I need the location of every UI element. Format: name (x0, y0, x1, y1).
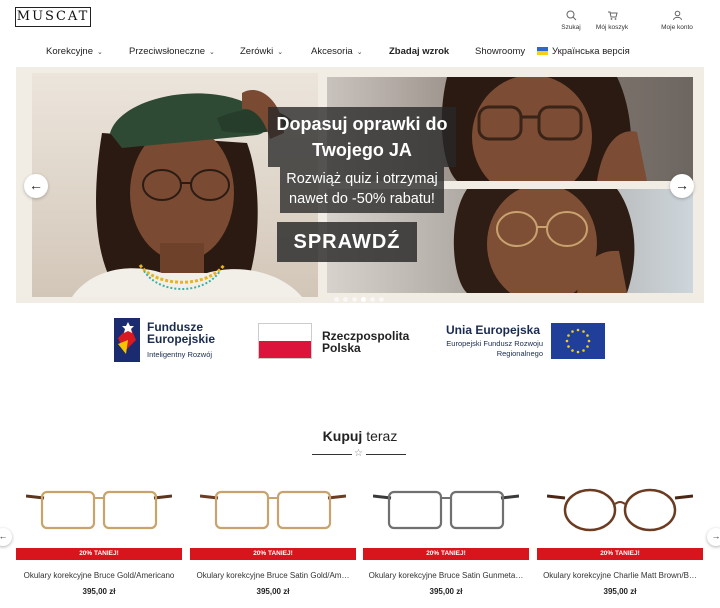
slide-dot[interactable] (379, 297, 384, 302)
product-card[interactable]: 20% TANIEJ! Okulary korekcyjne Bruce Sat… (190, 476, 356, 606)
hero-subtitle: Rozwiąż quiz i otrzymaj nawet do -50% ra… (280, 167, 444, 213)
hero-subtitle-line2: nawet do -50% rabatu! (289, 191, 435, 207)
fe-title: Fundusze Europejskie (147, 320, 216, 346)
search-label: Szukaj (561, 24, 581, 31)
nav-item-showroomy[interactable]: Showroomy (475, 46, 525, 57)
product-card[interactable]: 20% TANIEJ! Okulary korekcyjne Bruce Sat… (363, 476, 529, 606)
site-header: MUSCAT Szukaj Mój koszyk Moje konto (0, 0, 720, 40)
chevron-down-icon: ⌄ (356, 49, 363, 56)
nav-label: Przeciwsłoneczne (129, 46, 206, 57)
cart-icon (607, 11, 618, 20)
discount-badge: 20% TANIEJ! (16, 548, 182, 560)
nav-item-ukrainian[interactable]: Українська версія (537, 46, 630, 57)
glasses-image[interactable] (547, 484, 693, 536)
eu-star (587, 339, 591, 343)
chevron-down-icon: ⌄ (277, 49, 284, 56)
hero-title-line2: Twojego JA (312, 140, 412, 160)
glasses-image[interactable] (26, 484, 172, 536)
slide-dot[interactable] (352, 297, 357, 302)
user-icon (672, 10, 682, 21)
star-icon: ☆ (354, 448, 363, 459)
eu-star (571, 330, 574, 333)
eu-star (571, 349, 574, 352)
eu-star (582, 330, 585, 333)
product-price: 395,00 zł (82, 587, 116, 596)
arrow-left-icon: ← (29, 177, 43, 193)
product-price: 395,00 zł (603, 587, 637, 596)
product-card[interactable]: 20% TANIEJ! Okulary korekcyjne Bruce Gol… (16, 476, 182, 606)
account-label: Moje konto (661, 24, 693, 31)
nav-label: Українська версія (552, 46, 630, 57)
poland-flag-icon (258, 323, 312, 359)
nav-item-korekcyjne[interactable]: Korekcyjne ⌄ (46, 46, 103, 57)
main-nav: Korekcyjne ⌄ Przeciwsłoneczne ⌄ Zerówki ⌄ A… (0, 42, 720, 64)
eu-title: Unia Europejska (446, 323, 541, 337)
fe-subtitle: Inteligentny Rozwój (147, 350, 213, 359)
arrow-right-icon: → (711, 531, 720, 541)
product-name[interactable]: Okulary korekcyjne Bruce Satin Gunmeta… (363, 571, 529, 580)
fundusze-europejskie-logo (114, 318, 140, 362)
arrow-left-icon: ← (0, 531, 8, 541)
products-prev-button[interactable]: ← (0, 528, 12, 546)
arrow-right-icon: → (675, 177, 689, 193)
nav-item-zbadaj-wzrok[interactable]: Zbadaj wzrok (389, 46, 449, 57)
chevron-down-icon: ⌄ (97, 49, 103, 56)
section-title-bold: Kupuj (322, 428, 363, 444)
hero-headline: Dopasuj oprawki do Twojego JA Rozwiąż qu… (256, 107, 468, 213)
section-title-rest: teraz (366, 428, 398, 444)
slide-dot[interactable] (343, 297, 348, 302)
eu-flag-icon (551, 323, 605, 359)
nav-label: Korekcyjne (46, 46, 93, 57)
section-title: Kupuj teraz (0, 428, 720, 444)
nav-label: Zerówki (240, 46, 274, 57)
pl-title: Rzeczpospolita Polska (322, 329, 410, 355)
discount-badge: 20% TANIEJ! (190, 548, 356, 560)
product-price: 395,00 zł (429, 587, 463, 596)
products-next-button[interactable]: → (707, 528, 720, 546)
nav-item-akcesoria[interactable]: Akcesoria ⌄ (311, 46, 363, 57)
product-name[interactable]: Okulary korekcyjne Bruce Satin Gold/Am… (190, 571, 356, 580)
eu-star (586, 334, 589, 337)
hero-title-line1: Dopasuj oprawki do (276, 114, 448, 134)
chevron-down-icon: ⌄ (209, 49, 215, 56)
slide-dot[interactable] (370, 297, 375, 302)
ukraine-flag-icon (537, 47, 548, 55)
glasses-image[interactable] (200, 484, 346, 536)
hero-slide-dots (334, 289, 388, 303)
divider (312, 454, 352, 455)
eu-star (582, 349, 585, 352)
product-name[interactable]: Okulary korekcyjne Charlie Matt Brown/B… (537, 571, 703, 580)
cart-label: Mój koszyk (595, 24, 629, 31)
eu-star (586, 345, 589, 348)
account-action[interactable]: Moje konto (652, 10, 702, 31)
eu-star (576, 328, 580, 332)
eu-star (565, 339, 569, 343)
nav-item-przeciwsloneczne[interactable]: Przeciwsłoneczne ⌄ (129, 46, 215, 57)
hero-title: Dopasuj oprawki do Twojego JA (268, 107, 456, 167)
hero-subtitle-line1: Rozwiąż quiz i otrzymaj (286, 171, 438, 187)
product-name[interactable]: Okulary korekcyjne Bruce Gold/Americano (16, 571, 182, 580)
cart-action[interactable]: Mój koszyk (587, 10, 637, 31)
eu-star (567, 334, 570, 337)
hero-banner[interactable]: Dopasuj oprawki do Twojego JA Rozwiąż qu… (16, 67, 704, 303)
eu-subtitle: Europejski Fundusz Rozwoju Regionalnego (446, 339, 543, 358)
product-price: 395,00 zł (256, 587, 290, 596)
discount-badge: 20% TANIEJ! (363, 548, 529, 560)
slide-dot-active[interactable] (361, 297, 366, 302)
hero-next-button[interactable]: → (670, 174, 694, 198)
eu-star (576, 350, 580, 354)
nav-item-zerowki[interactable]: Zerówki ⌄ (240, 46, 283, 57)
product-card[interactable]: 20% TANIEJ! Okulary korekcyjne Charlie M… (537, 476, 703, 606)
eu-star (567, 345, 570, 348)
hero-prev-button[interactable]: ← (24, 174, 48, 198)
hero-cta-button[interactable]: SPRAWDŹ (277, 222, 417, 262)
muscat-logo[interactable]: MUSCAT (15, 7, 91, 27)
search-icon (566, 10, 576, 21)
glasses-image[interactable] (373, 484, 519, 536)
slide-dot[interactable] (334, 297, 339, 302)
nav-label: Akcesoria (311, 46, 353, 57)
discount-badge: 20% TANIEJ! (537, 548, 703, 560)
divider (366, 454, 406, 455)
